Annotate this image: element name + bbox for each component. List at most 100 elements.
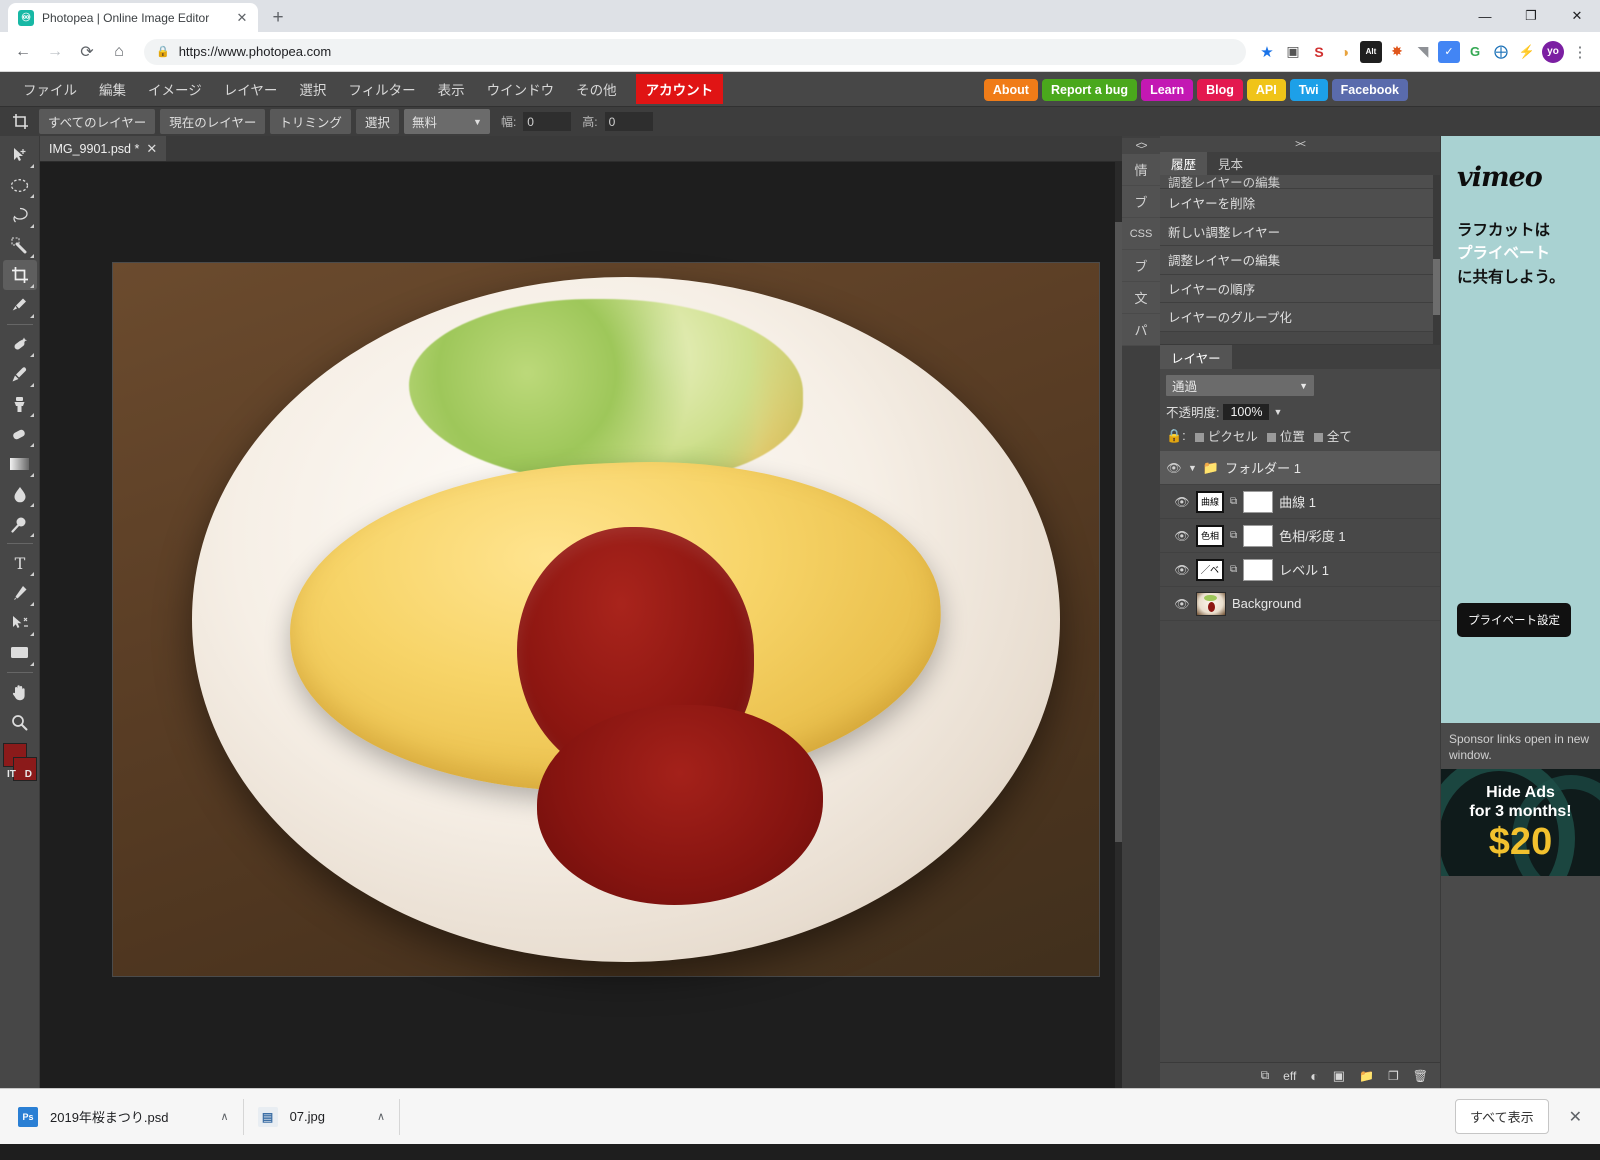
color-swatches[interactable]: IT D [2, 743, 37, 787]
adjustment-thumbnail[interactable]: 色相 [1196, 524, 1224, 547]
mask-thumbnail[interactable] [1243, 524, 1274, 547]
link-icon[interactable]: ⧉ [1230, 564, 1237, 575]
panel-grip[interactable]: >< [1160, 136, 1440, 152]
tab-css[interactable]: CSS [1122, 218, 1160, 250]
lasso-tool[interactable] [3, 200, 37, 230]
chevron-up-icon[interactable]: ∧ [221, 1110, 229, 1123]
download-item-psd[interactable]: Ps 2019年桜まつり.psd ∧ [14, 1098, 244, 1135]
canvas-area[interactable] [40, 162, 1122, 1088]
menu-window[interactable]: ウインドウ [476, 75, 566, 103]
address-bar[interactable]: 🔒 https://www.photopea.com [144, 38, 1246, 65]
lightning-extension-icon[interactable]: ⚡ [1516, 41, 1538, 63]
history-list[interactable]: 調整レイヤーの編集 レイヤーを削除 新しい調整レイヤー 調整レイヤーの編集 レイ… [1160, 175, 1440, 344]
eye-icon[interactable]: 👁 [1174, 597, 1190, 611]
history-item[interactable]: 調整レイヤーの編集 [1160, 175, 1440, 189]
tab-info[interactable]: 情 [1122, 154, 1160, 186]
gradient-tool[interactable] [3, 449, 37, 479]
tab-blend[interactable]: ブ [1122, 250, 1160, 282]
zoom-tool[interactable] [3, 707, 37, 737]
width-input[interactable] [523, 112, 572, 131]
adjustment-thumbnail[interactable]: ╱ベ [1196, 558, 1224, 581]
droplet-extension-icon[interactable]: ◑ [1334, 41, 1356, 63]
tab-history[interactable]: 履歴 [1160, 152, 1208, 175]
scrollbar-thumb[interactable] [1115, 222, 1122, 842]
layer-row-folder[interactable]: 👁 ▼ 📁 フォルダー 1 [1160, 451, 1440, 485]
eye-icon[interactable]: 👁 [1174, 563, 1190, 577]
mask-thumbnail[interactable] [1243, 490, 1274, 513]
link-twitter[interactable]: Twi [1289, 79, 1328, 101]
link-about[interactable]: About [983, 79, 1038, 101]
new-group-button[interactable]: 📁 [1359, 1069, 1374, 1083]
close-icon[interactable]: ✕ [1565, 1107, 1586, 1127]
layer-list[interactable]: 👁 ▼ 📁 フォルダー 1 👁 曲線 ⧉ 曲線 1 👁 色相 ⧉ 色相/彩度 1… [1160, 451, 1440, 1062]
screenshot-camera-icon[interactable]: ▣ [1282, 41, 1304, 63]
all-layers-button[interactable]: すべてのレイヤー [39, 109, 156, 134]
menu-layer[interactable]: レイヤー [213, 75, 289, 103]
link-learn[interactable]: Learn [1141, 79, 1194, 101]
vimeo-ad[interactable]: vimeo ラフカットは プライベート に共有しよう。 プライベート設定 [1441, 136, 1600, 723]
history-scrollbar-thumb[interactable] [1433, 259, 1440, 315]
link-icon[interactable]: ⧉ [1230, 496, 1237, 507]
menu-edit[interactable]: 編集 [88, 75, 137, 103]
menu-image[interactable]: イメージ [137, 75, 213, 103]
bookmark-star-icon[interactable]: ★ [1256, 41, 1278, 63]
back-icon[interactable]: ← [8, 37, 38, 67]
layer-effects-button[interactable]: eff [1283, 1069, 1296, 1083]
menu-select[interactable]: 選択 [288, 75, 337, 103]
marquee-tool[interactable] [3, 170, 37, 200]
pen-tool[interactable] [3, 578, 37, 608]
restore-button[interactable]: ❐ [1508, 0, 1554, 32]
link-facebook[interactable]: Facebook [1331, 79, 1408, 101]
window-close-button[interactable]: ✕ [1554, 0, 1600, 32]
chevron-down-icon[interactable]: ▼ [1273, 407, 1282, 417]
history-item[interactable]: 調整レイヤーの編集 [1160, 246, 1440, 275]
dodge-tool[interactable] [3, 509, 37, 539]
opacity-value[interactable]: 100% [1223, 403, 1270, 420]
menu-filter[interactable]: フィルター [337, 75, 426, 103]
eraser-tool[interactable] [3, 419, 37, 449]
layer-mask-button[interactable]: ▣ [1333, 1068, 1345, 1084]
crop-tool[interactable] [2, 260, 37, 290]
gray-shape-extension-icon[interactable]: ◥ [1412, 41, 1434, 63]
clone-stamp-tool[interactable] [3, 389, 37, 419]
download-item-jpg[interactable]: ▤ 07.jpg ∧ [244, 1098, 401, 1135]
eye-icon[interactable]: 👁 [1166, 461, 1182, 475]
lock-all-checkbox[interactable]: 全て [1313, 426, 1352, 445]
alt-text-extension-icon[interactable]: Alt [1360, 40, 1382, 63]
lock-pixels-checkbox[interactable]: ピクセル [1194, 426, 1258, 445]
close-icon[interactable]: ✕ [146, 141, 157, 157]
menu-more[interactable]: その他 [565, 75, 628, 103]
close-icon[interactable]: ✕ [234, 10, 250, 26]
adjustment-thumbnail[interactable]: 曲線 [1196, 490, 1224, 513]
seo-extension-icon[interactable]: S [1308, 41, 1330, 63]
height-input[interactable] [604, 112, 653, 131]
show-all-downloads-button[interactable]: すべて表示 [1455, 1099, 1549, 1134]
link-report-bug[interactable]: Report a bug [1041, 79, 1138, 101]
eyedropper-tool[interactable] [3, 290, 37, 320]
menu-view[interactable]: 表示 [427, 75, 476, 103]
tab-paragraph[interactable]: パ [1122, 314, 1160, 346]
current-layer-button[interactable]: 現在のレイヤー [160, 109, 266, 134]
history-item[interactable]: レイヤーの順序 [1160, 274, 1440, 303]
layer-thumbnail[interactable] [1196, 591, 1226, 616]
forward-icon[interactable]: → [40, 37, 70, 67]
account-button[interactable]: アカウント [635, 74, 724, 104]
color-wheel-extension-icon[interactable]: ✸ [1386, 41, 1408, 63]
layer-row-curves[interactable]: 👁 曲線 ⧉ 曲線 1 [1160, 485, 1440, 519]
link-layers-button[interactable]: ⧉ [1261, 1068, 1270, 1083]
tab-character[interactable]: 文 [1122, 282, 1160, 314]
tab-brushes[interactable]: ブ [1122, 186, 1160, 218]
history-item[interactable]: レイヤーのグループ化 [1160, 303, 1440, 332]
history-scrollbar[interactable] [1433, 175, 1440, 344]
blue-circle-extension-icon[interactable]: ⨁ [1490, 41, 1512, 63]
vimeo-cta-button[interactable]: プライベート設定 [1457, 603, 1571, 637]
link-blog[interactable]: Blog [1197, 79, 1243, 101]
chevron-up-icon[interactable]: ∧ [377, 1110, 385, 1123]
browser-tab[interactable]: ♾ Photopea | Online Image Editor ✕ [8, 3, 258, 32]
hide-ads-ad[interactable]: Hide Ads for 3 months! $20 [1441, 769, 1600, 877]
text-tool[interactable]: T [3, 548, 37, 578]
canvas-vertical-scrollbar[interactable] [1115, 162, 1122, 1088]
home-icon[interactable]: ⌂ [104, 37, 134, 67]
layer-row-background[interactable]: 👁 Background [1160, 587, 1440, 621]
profile-avatar[interactable]: yo [1542, 40, 1564, 63]
